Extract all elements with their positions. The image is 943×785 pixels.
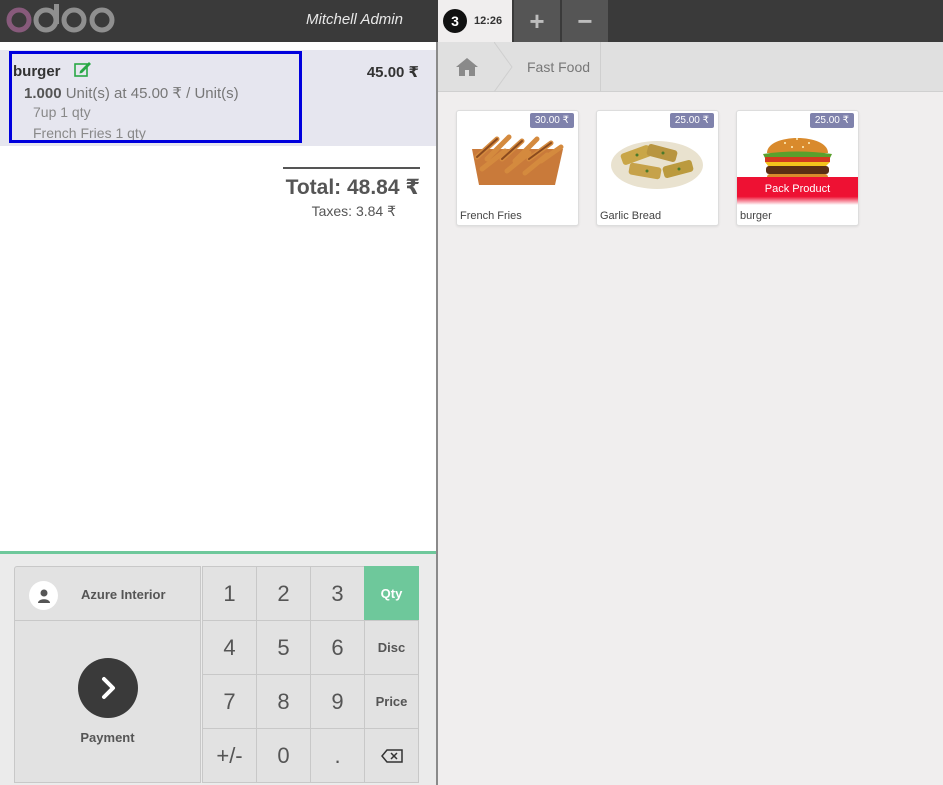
mode-price-button[interactable]: Price [364, 674, 419, 729]
product-card[interactable]: 25.00 ₹ Garlic Bread [596, 110, 719, 226]
numpad-6[interactable]: 6 [310, 620, 365, 675]
mode-qty-button[interactable]: Qty [364, 566, 419, 621]
numpad-sign[interactable]: +/- [202, 728, 257, 783]
customer-name: Azure Interior [81, 587, 166, 602]
payment-label: Payment [80, 730, 135, 745]
numpad-7[interactable]: 7 [202, 674, 257, 729]
breadcrumb-end-divider [600, 42, 601, 92]
order-number-badge: 3 [443, 9, 467, 33]
home-icon[interactable] [438, 42, 496, 92]
numpad-1[interactable]: 1 [202, 566, 257, 621]
order-taxes: Taxes: 3.84 ₹ [311, 203, 396, 219]
order-line-info: 1.000 Unit(s) at 45.00 ₹ / Unit(s) [24, 84, 239, 102]
product-card[interactable]: 30.00 ₹ French Fries [456, 110, 579, 226]
combo-item: French Fries 1 qty [33, 125, 146, 141]
numpad-dot[interactable]: . [310, 728, 365, 783]
order-line-unit-text: Unit(s) at 45.00 ₹ / Unit(s) [65, 85, 239, 102]
numpad-3[interactable]: 3 [310, 566, 365, 621]
odoo-logo [6, 4, 115, 33]
numpad-8[interactable]: 8 [256, 674, 311, 729]
order-tab[interactable]: 3 12:26 [438, 0, 512, 42]
numpad-2[interactable]: 2 [256, 566, 311, 621]
numpad-4[interactable]: 4 [202, 620, 257, 675]
combo-item: 7up 1 qty [33, 104, 91, 120]
panel-divider [436, 42, 438, 785]
total-divider [283, 167, 420, 169]
order-line-quantity: 1.000 [24, 85, 62, 102]
order-total: Total: 48.84 ₹ [285, 176, 420, 199]
user-icon [29, 581, 58, 610]
breadcrumb-category[interactable]: Fast Food [527, 59, 590, 75]
pack-product-ribbon: Pack Product [737, 177, 858, 205]
order-time: 12:26 [474, 15, 503, 27]
garlic-bread-image [607, 129, 708, 191]
numpad-5[interactable]: 5 [256, 620, 311, 675]
numpad-9[interactable]: 9 [310, 674, 365, 729]
top-bar: Mitchell Admin 3 12:26 + − [0, 0, 943, 42]
product-price: 25.00 ₹ [809, 113, 854, 128]
add-order-button[interactable]: + [514, 0, 560, 42]
breadcrumb: Fast Food [438, 42, 943, 92]
product-card[interactable]: Pack Product 25.00 ₹ burger [736, 110, 859, 226]
edit-icon[interactable] [74, 61, 92, 77]
customer-button[interactable]: Azure Interior [14, 566, 201, 621]
backspace-icon [380, 748, 403, 763]
control-pad: Azure Interior Payment 1 2 3 Qty 4 5 6 D… [0, 551, 436, 785]
product-price: 25.00 ₹ [669, 113, 714, 128]
remove-order-button[interactable]: − [562, 0, 608, 42]
product-name: French Fries [460, 210, 522, 222]
order-line[interactable]: burger 45.00 ₹ 1.000 Unit(s) at 45.00 ₹ … [0, 50, 436, 146]
mode-disc-button[interactable]: Disc [364, 620, 419, 675]
payment-button[interactable]: Payment [14, 620, 201, 783]
user-name[interactable]: Mitchell Admin [306, 11, 403, 28]
french-fries-image [467, 129, 568, 191]
product-price: 30.00 ₹ [529, 113, 574, 128]
chevron-right-icon [77, 658, 138, 718]
numpad-0[interactable]: 0 [256, 728, 311, 783]
order-line-name: burger [13, 63, 61, 80]
product-name: burger [740, 210, 772, 222]
breadcrumb-separator [494, 42, 513, 92]
order-line-price: 45.00 ₹ [366, 64, 419, 81]
backspace-button[interactable] [364, 728, 419, 783]
product-name: Garlic Bread [600, 210, 662, 222]
